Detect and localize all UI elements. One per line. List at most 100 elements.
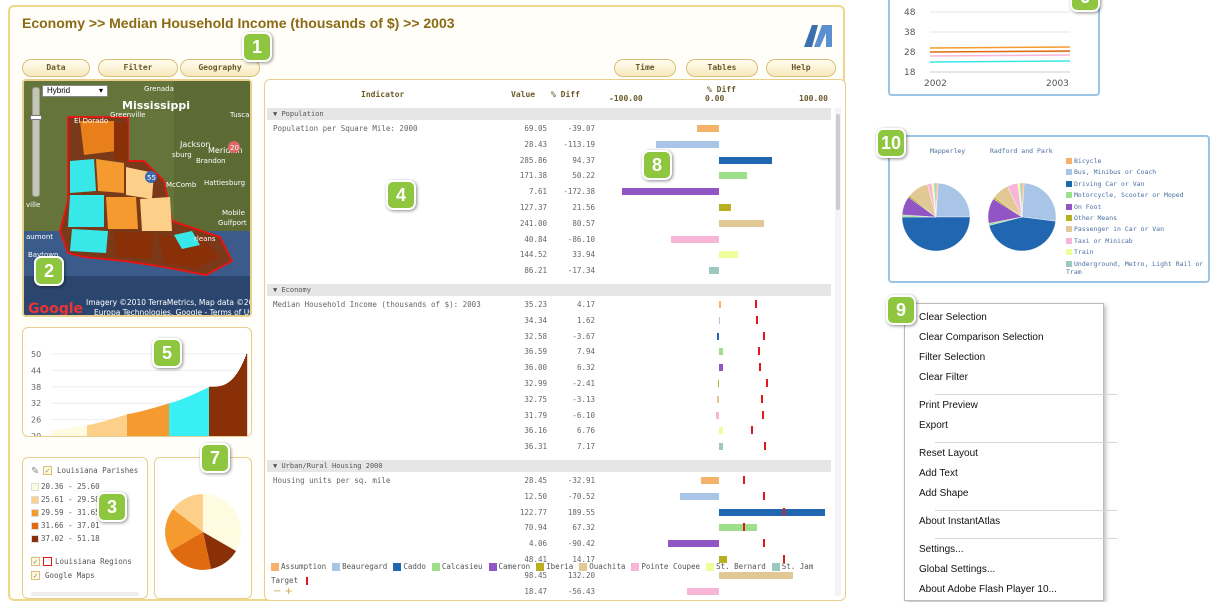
pie-slice[interactable]: [901, 216, 971, 252]
map-type-select[interactable]: Hybrid ▾: [42, 85, 108, 97]
help-button[interactable]: Help: [766, 59, 836, 77]
series-line[interactable]: [929, 46, 1071, 49]
value-cell: 32.58: [524, 331, 547, 341]
diff-bar[interactable]: [719, 443, 723, 451]
legend-item[interactable]: Cameron: [488, 562, 530, 571]
diff-bar[interactable]: [700, 477, 719, 484]
legend-item[interactable]: Beauregard: [332, 562, 387, 571]
diff-bar[interactable]: [687, 587, 719, 595]
menu-item[interactable]: Filter Selection: [919, 352, 985, 363]
menu-item[interactable]: Add Text: [919, 468, 958, 479]
data-button[interactable]: Data: [22, 59, 90, 77]
diff-bar[interactable]: [679, 492, 719, 500]
badge-1: 1: [242, 32, 272, 62]
pencil-icon[interactable]: ✎: [31, 466, 39, 477]
series-line[interactable]: [929, 54, 1071, 57]
diff-bar[interactable]: [719, 524, 757, 532]
col-indicator: Indicator: [361, 90, 405, 99]
table-scrollbar[interactable]: [835, 108, 841, 596]
legend-item[interactable]: Assumption: [271, 562, 326, 571]
menu-item[interactable]: Settings...: [919, 544, 963, 555]
diff-bar[interactable]: [719, 251, 738, 259]
menu-item[interactable]: Clear Comparison Selection: [919, 332, 1044, 343]
diff-bar[interactable]: [622, 188, 719, 196]
parishes-checkbox[interactable]: ✓: [43, 466, 52, 475]
diff-bar[interactable]: [717, 380, 719, 387]
legend-item[interactable]: Iberia: [536, 562, 573, 571]
y-tick-label: 38: [31, 383, 41, 392]
filter-button[interactable]: Filter: [98, 59, 178, 77]
zoom-slider[interactable]: [32, 87, 40, 197]
series-line[interactable]: [929, 60, 1071, 63]
diff-bar[interactable]: [709, 267, 719, 275]
menu-item[interactable]: Global Settings...: [919, 564, 995, 575]
indicator-name[interactable]: Median Household Income (thousands of $)…: [273, 300, 481, 309]
pct-diff-cell: -2.41: [572, 379, 595, 388]
legend-item[interactable]: Calcasieu: [431, 562, 483, 571]
diff-bar[interactable]: [719, 156, 772, 164]
legend-range: 20.36 - 25.60: [31, 482, 100, 491]
pie-slice[interactable]: [935, 182, 971, 218]
zoom-controls[interactable]: − +: [273, 586, 293, 597]
target-marker: [763, 539, 765, 548]
diff-bar[interactable]: [719, 364, 723, 372]
diff-bar[interactable]: [719, 571, 794, 579]
legend-swatch: [31, 496, 39, 504]
legend-range-label: 31.66 - 37.01: [41, 521, 100, 530]
section-header[interactable]: ▼ Urban/Rural Housing 2000: [267, 460, 831, 472]
diff-bar[interactable]: [719, 508, 826, 516]
menu-item[interactable]: Reset Layout: [919, 448, 978, 459]
menu-item[interactable]: About Adobe Flash Player 10...: [919, 584, 1057, 595]
regions-checkbox[interactable]: ✓: [31, 557, 40, 566]
indicator-name[interactable]: Housing units per sq. mile: [273, 476, 390, 485]
legend-item[interactable]: St. Bernard: [706, 562, 766, 571]
time-button[interactable]: Time: [614, 59, 676, 77]
google-maps-checkbox[interactable]: ✓: [31, 571, 40, 580]
legend-item[interactable]: Caddo: [393, 562, 426, 571]
pct-diff-cell: 4.17: [576, 300, 595, 309]
section-header[interactable]: ▼ Economy: [267, 284, 831, 296]
section-header[interactable]: ▼ Population: [267, 108, 831, 120]
legend-item[interactable]: St. Jam: [771, 562, 813, 571]
diff-bar[interactable]: [716, 332, 719, 340]
menu-item[interactable]: Clear Selection: [919, 312, 987, 323]
diff-bar[interactable]: [668, 540, 719, 548]
tables-button[interactable]: Tables: [686, 59, 758, 77]
diff-bar[interactable]: [719, 172, 748, 180]
diff-bar[interactable]: [719, 301, 722, 308]
diff-bar[interactable]: [719, 219, 765, 227]
legend-label: Calcasieu: [441, 562, 483, 571]
zoom-handle[interactable]: [30, 115, 42, 120]
legend-scrollbar[interactable]: [31, 592, 139, 596]
y-tick-label: 44: [31, 366, 41, 375]
diff-bar[interactable]: [719, 316, 720, 324]
diff-bar[interactable]: [719, 204, 732, 211]
menu-item[interactable]: Clear Filter: [919, 372, 968, 383]
menu-item[interactable]: Print Preview: [919, 400, 978, 411]
pie-slice[interactable]: [1021, 182, 1057, 222]
diff-bar[interactable]: [670, 235, 719, 243]
transport-pie-panel: Mapperley Radford and Park Bicycle Bus, M…: [888, 135, 1210, 283]
legend-range: 29.59 - 31.65: [31, 508, 100, 517]
legend-item[interactable]: Ouachita: [579, 562, 625, 571]
distribution-bar[interactable]: [246, 353, 248, 436]
target-marker: [743, 523, 745, 532]
diff-bar[interactable]: [717, 395, 719, 403]
map-label: Gulfport: [218, 219, 247, 227]
target-marker: [761, 394, 763, 403]
bar-chart-canvas: 50 44 38 32 26 20: [31, 350, 249, 441]
menu-item[interactable]: About InstantAtlas: [919, 516, 1000, 527]
menu-item[interactable]: Add Shape: [919, 488, 969, 499]
indicator-name[interactable]: Population per Square Mile: 2000: [273, 124, 418, 133]
value-cell: 18.47: [524, 586, 547, 596]
indicator-table[interactable]: Indicator Value % Diff % Diff -100.00 0.…: [264, 79, 846, 601]
scroll-thumb[interactable]: [836, 114, 840, 210]
diff-bar[interactable]: [715, 411, 719, 419]
series-line[interactable]: [929, 50, 1071, 53]
menu-item[interactable]: Export: [919, 420, 948, 431]
legend-item[interactable]: Pointe Coupee: [631, 562, 700, 571]
diff-bar[interactable]: [697, 125, 719, 132]
diff-bar[interactable]: [719, 348, 724, 356]
diff-bar[interactable]: [655, 140, 719, 148]
diff-bar[interactable]: [719, 427, 723, 435]
